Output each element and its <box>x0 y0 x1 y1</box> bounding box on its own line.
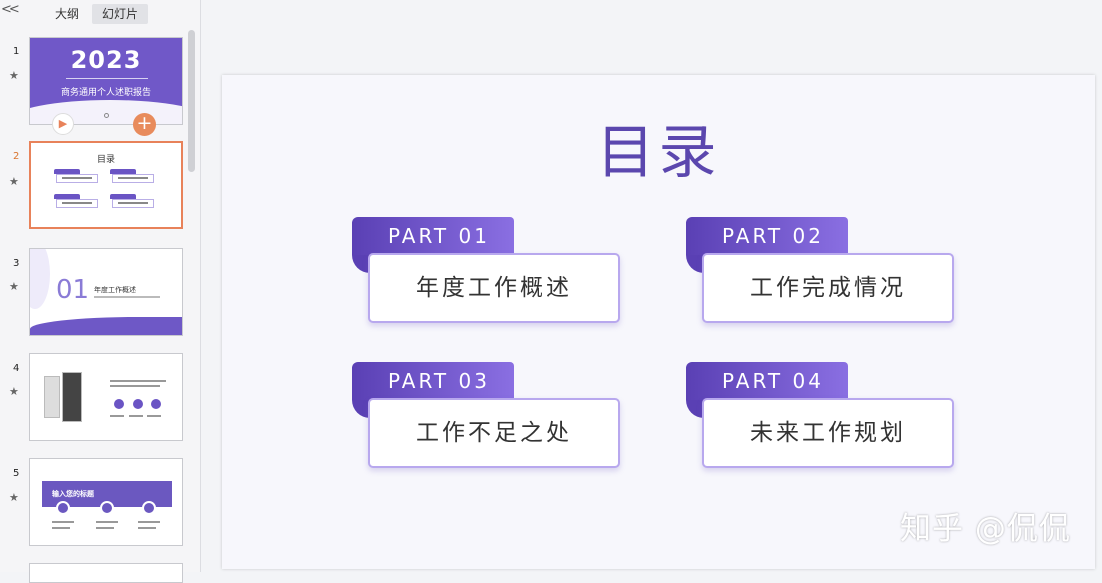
thumbnail-title: 商务通用个人述职报告 <box>60 88 151 98</box>
toc-item-label: 工作不足之处 <box>368 398 620 468</box>
thumbnail-title: 年度工作概述 <box>94 286 136 294</box>
toc-part-label: PART 01 <box>352 217 514 255</box>
toc-part-label: PART 04 <box>686 362 848 400</box>
star-icon[interactable]: ★ <box>9 70 19 81</box>
toc-item-label: 未来工作规划 <box>702 398 954 468</box>
thumbnail-text-line <box>147 415 161 417</box>
thumbnail-text-line <box>96 527 114 529</box>
thumbnail-text-line <box>110 380 166 382</box>
thumbnail-title: 目录 <box>96 155 115 165</box>
slide-thumbnail-3[interactable]: 01 年度工作概述 <box>29 248 183 336</box>
slide-thumbnail-6[interactable] <box>29 563 183 583</box>
slide-thumbnail-4[interactable] <box>29 353 183 441</box>
slide-number: 3 <box>13 258 20 269</box>
toc-item-4[interactable]: PART 04 未来工作规划 <box>686 362 956 472</box>
thumbnail-text-line <box>96 521 118 523</box>
thumbnail-subtitle-line <box>94 296 160 298</box>
thumbnail-text-line <box>138 527 156 529</box>
thumbnail-icon-circle <box>142 501 156 515</box>
star-icon[interactable]: ★ <box>9 176 19 187</box>
star-icon[interactable]: ★ <box>9 281 19 292</box>
thumbnail-icon-circle <box>133 399 143 409</box>
thumbnail-icon-circle <box>151 399 161 409</box>
thumbnail-scrollbar[interactable] <box>188 30 195 172</box>
slide-thumbnail-2[interactable]: 目录 <box>29 141 183 229</box>
slide-thumbnail-panel: << 大纲 幻灯片 1 ★ 2023 商务通用个人述职报告 ▶ + 2 ★ 目录… <box>0 0 201 583</box>
slide-title[interactable]: 目录 <box>222 117 1095 187</box>
thumbnail-text-line <box>110 415 124 417</box>
thumbnail-shape <box>30 249 50 309</box>
collapse-panel-icon[interactable]: << <box>1 3 20 17</box>
play-icon: ▶ <box>58 117 68 130</box>
mini-toc-card <box>110 194 154 209</box>
thumbnail-phone <box>44 376 60 418</box>
thumbnail-year: 2023 <box>70 46 142 74</box>
thumbnail-text-line <box>52 521 74 523</box>
star-icon[interactable]: ★ <box>9 386 19 397</box>
mini-toc-card <box>54 169 98 184</box>
mini-toc-card <box>110 169 154 184</box>
tab-outline[interactable]: 大纲 <box>47 4 87 24</box>
slide-thumbnail-5[interactable]: 输入您的标题 <box>29 458 183 546</box>
plus-icon: + <box>136 112 153 134</box>
tab-slides[interactable]: 幻灯片 <box>92 4 148 24</box>
watermark: 知乎 @侃侃 <box>900 511 1071 547</box>
slide-number: 2 <box>13 151 20 162</box>
thumbnail-text-line <box>52 527 70 529</box>
thumbnail-title: 输入您的标题 <box>52 490 94 498</box>
toc-item-1[interactable]: PART 01 年度工作概述 <box>352 217 622 327</box>
toc-part-label: PART 03 <box>352 362 514 400</box>
toc-item-label: 年度工作概述 <box>368 253 620 323</box>
add-slide-button[interactable]: + <box>133 113 156 136</box>
thumbnail-marker <box>104 113 109 118</box>
thumbnail-icon-circle <box>100 501 114 515</box>
thumbnail-text-line <box>129 415 143 417</box>
slide-number: 5 <box>13 468 20 479</box>
thumbnail-text-line <box>110 385 160 387</box>
thumbnail-section-number: 01 <box>56 275 90 305</box>
toc-item-label: 工作完成情况 <box>702 253 954 323</box>
toc-part-label: PART 02 <box>686 217 848 255</box>
toc-item-2[interactable]: PART 02 工作完成情况 <box>686 217 956 327</box>
slide-number: 1 <box>13 46 20 57</box>
play-slideshow-button[interactable]: ▶ <box>52 113 74 135</box>
thumbnail-icon-circle <box>114 399 124 409</box>
slide-thumbnail-1[interactable]: 2023 商务通用个人述职报告 <box>29 37 183 125</box>
thumbnail-band <box>30 317 182 335</box>
slide-number: 4 <box>13 363 20 374</box>
slide-canvas[interactable]: 目录 PART 01 年度工作概述 PART 02 工作完成情况 PART 03… <box>222 75 1095 569</box>
thumbnail-photo <box>62 372 82 422</box>
toc-item-3[interactable]: PART 03 工作不足之处 <box>352 362 622 472</box>
thumbnail-text-line <box>138 521 160 523</box>
thumbnail-icon-circle <box>56 501 70 515</box>
mini-toc-card <box>54 194 98 209</box>
thumbnail-divider <box>66 78 148 79</box>
star-icon[interactable]: ★ <box>9 492 19 503</box>
